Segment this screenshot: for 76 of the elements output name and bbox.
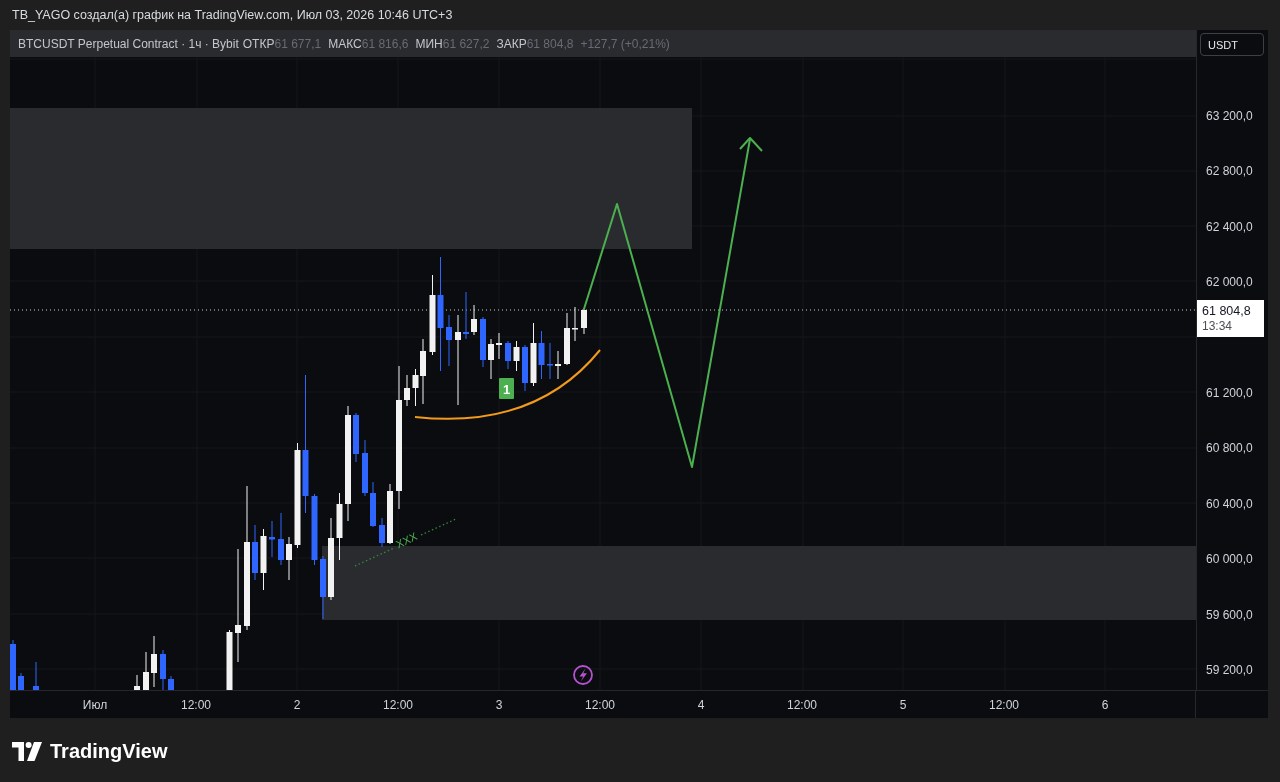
lightning-icon xyxy=(573,665,593,685)
candlestick xyxy=(387,483,393,545)
candlestick xyxy=(463,291,469,340)
ohlc-label: ОТКР xyxy=(242,36,275,51)
time-label: Июл xyxy=(82,697,108,712)
logo-icon xyxy=(12,741,42,761)
candlestick xyxy=(226,629,233,690)
time-label: 2 xyxy=(293,697,301,712)
candlestick xyxy=(336,492,343,561)
time-label: 12:00 xyxy=(383,697,413,712)
ohlc-label: МИН xyxy=(415,36,443,51)
candlestick xyxy=(488,338,494,380)
candlestick xyxy=(522,344,528,392)
price-label: 62 800,0 xyxy=(1206,164,1253,179)
candlestick xyxy=(278,512,284,566)
ohlc-value: 61 804,8 xyxy=(526,36,574,51)
price-label: 62 400,0 xyxy=(1206,219,1253,234)
time-label: 5 xyxy=(899,697,907,712)
time-label: 12:00 xyxy=(787,697,817,712)
price-label: 62 000,0 xyxy=(1206,275,1253,290)
candlestick xyxy=(33,661,39,690)
candlestick xyxy=(10,639,16,690)
candlestick xyxy=(269,520,275,558)
countdown-timer: 13:34 xyxy=(1202,319,1233,334)
time-label: 12:00 xyxy=(989,697,1019,712)
candlestick xyxy=(353,412,359,463)
time-label: 12:00 xyxy=(181,697,211,712)
number-badge: 1 xyxy=(499,378,514,399)
candlestick xyxy=(572,306,578,342)
candlestick xyxy=(362,439,368,497)
trend-label: XXX xyxy=(394,529,420,551)
price-label: 63 200,0 xyxy=(1206,109,1253,123)
ohlc-value: 61 677,1 xyxy=(274,36,322,51)
logo-wordmark: TradingView xyxy=(50,740,168,762)
candlestick xyxy=(547,342,553,380)
last-price: 61 804,8 xyxy=(1202,303,1251,319)
candlestick xyxy=(18,672,24,690)
candlestick xyxy=(404,374,410,407)
price-change: +127,7 (+0,21%) xyxy=(580,36,670,51)
chart-caption: TB_YAGO создал(а) график на TradingView.com, Июл 03, 2026 10:46 UTC+3 xyxy=(11,7,454,24)
candlestick xyxy=(151,635,157,688)
candlestick xyxy=(286,536,292,581)
candlestick xyxy=(581,307,587,335)
candlestick xyxy=(168,675,174,690)
candlestick xyxy=(505,340,511,370)
ohlc-label: ЗАКР xyxy=(496,36,527,51)
ohlc-value: 61 627,2 xyxy=(442,36,490,51)
candlestick xyxy=(555,350,561,380)
candlestick xyxy=(260,528,267,591)
currency-button[interactable]: USDT xyxy=(1200,33,1264,56)
symbol-title: BTCUSDT Perpetual Contract · 1ч · Bybit xyxy=(18,36,239,51)
candlestick xyxy=(160,649,166,690)
candlestick xyxy=(564,312,570,366)
candlestick xyxy=(480,316,486,368)
candlestick xyxy=(134,674,140,690)
candlestick xyxy=(496,332,502,360)
candlestick xyxy=(379,517,385,548)
candlestick xyxy=(471,304,477,336)
candlestick xyxy=(143,651,149,690)
candlestick xyxy=(446,314,452,367)
candlestick xyxy=(252,524,258,581)
candlestick xyxy=(513,340,520,372)
time-label: 4 xyxy=(697,697,705,712)
time-label: 3 xyxy=(495,697,503,712)
price-label: 60 800,0 xyxy=(1206,441,1253,456)
time-label: 6 xyxy=(1101,697,1109,712)
time-label: 12:00 xyxy=(585,697,615,712)
price-label: 61 200,0 xyxy=(1206,385,1253,400)
price-label: 60 000,0 xyxy=(1206,552,1253,567)
price-label: 59 200,0 xyxy=(1206,662,1253,677)
price-label: 59 600,0 xyxy=(1206,607,1253,622)
candlestick xyxy=(320,555,326,620)
ohlc-label: МАКС xyxy=(328,36,362,51)
ohlc-value: 61 816,6 xyxy=(361,36,409,51)
candlestick xyxy=(370,481,376,528)
price-label: 60 400,0 xyxy=(1206,496,1253,511)
